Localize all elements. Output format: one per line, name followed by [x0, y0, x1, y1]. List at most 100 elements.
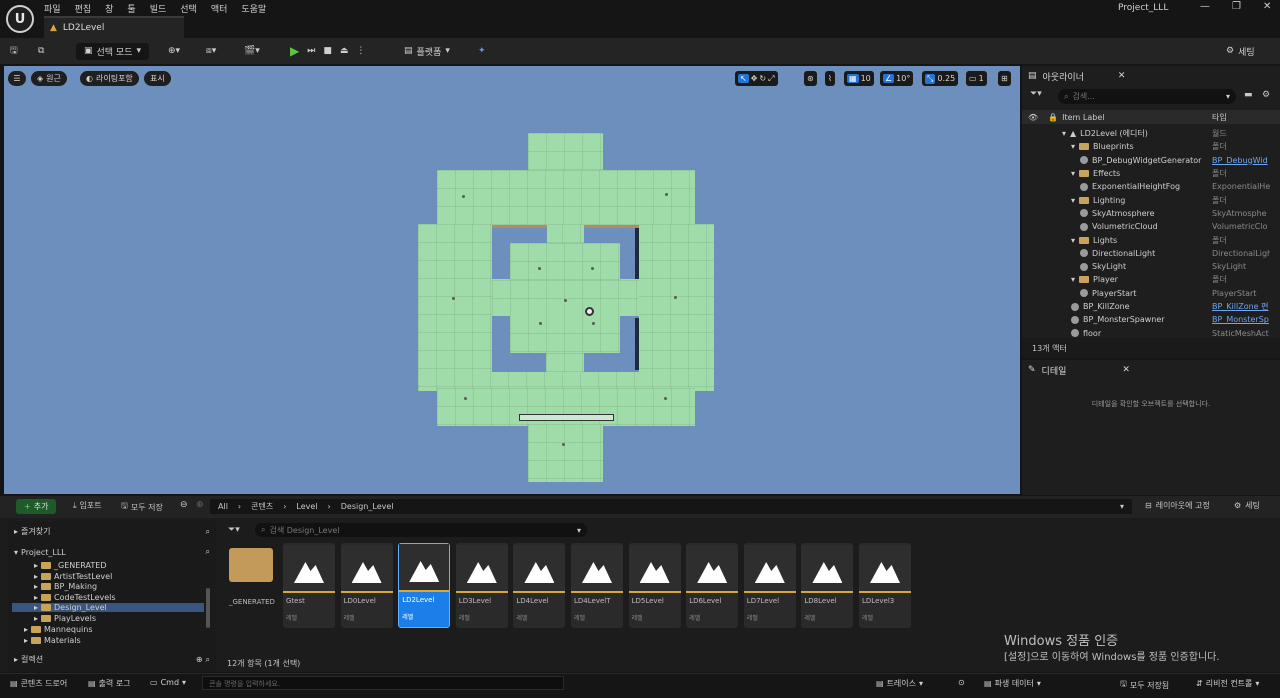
chevron-right-icon[interactable]: ▸ [34, 561, 38, 570]
folder-tree-item[interactable]: ▸ Materials [24, 636, 204, 645]
outliner-row[interactable]: DirectionalLight DirectionalLigh [1022, 247, 1280, 260]
save-icon[interactable]: 🖫 [10, 42, 18, 60]
menu-actor[interactable]: 액터 [211, 2, 228, 15]
blueprint-icon[interactable]: ⧈▾ [206, 42, 216, 60]
modeling-icon[interactable]: ✦ [478, 42, 486, 60]
all-saved-button[interactable]: 🖫 모두 저장됨 [1120, 678, 1169, 692]
outliner-row[interactable]: BP_MonsterSpawner BP_MonsterSp [1022, 313, 1280, 326]
asset-tile[interactable]: LD0Level 레벨 [340, 543, 393, 628]
unreal-logo-icon[interactable]: U [6, 5, 34, 33]
breadcrumb-all[interactable]: All [218, 502, 228, 511]
outliner-row[interactable]: SkyAtmosphere SkyAtmosphe [1022, 207, 1280, 220]
add-collection-icon[interactable]: ⊕ [196, 655, 203, 664]
chevron-down-icon[interactable]: ▾ [1071, 169, 1075, 178]
eject-icon[interactable]: ⏏ [340, 46, 349, 56]
chevron-right-icon[interactable]: ▸ [34, 614, 38, 623]
breadcrumb-content[interactable]: 콘텐츠 [251, 501, 273, 512]
level-viewport[interactable] [4, 66, 1020, 494]
folder-tree-item[interactable]: ▸ Mannequins [24, 625, 204, 634]
trace-options-icon[interactable]: ⊙ [958, 678, 965, 687]
menu-file[interactable]: 파일 [44, 2, 61, 15]
content-drawer-button[interactable]: ▤ 콘텐츠 드로어 [10, 678, 67, 689]
platforms-button[interactable]: ▤ 플랫폼 ▾ [404, 42, 450, 60]
asset-search-input[interactable]: ⌕ 검색 Design_Level ▾ [255, 523, 587, 537]
tree-scrollbar[interactable] [206, 588, 210, 628]
menu-select[interactable]: 선택 [180, 2, 197, 15]
folder-icon[interactable] [229, 548, 273, 582]
asset-tile[interactable]: LD4LevelT 레벨 [571, 543, 623, 628]
import-button[interactable]: ⤓ 임포트 [73, 500, 102, 511]
search-icon[interactable]: ⌕ [206, 547, 210, 557]
outliner-row[interactable]: ▾ Lighting 폴더 [1022, 194, 1280, 207]
minimize-icon[interactable]: — [1200, 1, 1210, 12]
chevron-right-icon[interactable]: ▸ [24, 636, 28, 645]
perspective-button[interactable]: ◈ 원근 [31, 71, 67, 86]
surface-snap-icon[interactable]: ⌇ [825, 71, 835, 86]
breadcrumb-design-level[interactable]: Design_Level [341, 502, 394, 511]
outliner-search-input[interactable]: ⌕ 검색... ▾ [1058, 89, 1236, 104]
menu-tools[interactable]: 툴 [127, 2, 135, 15]
chevron-right-icon[interactable]: ▸ [34, 572, 38, 581]
folder-tree-item[interactable]: ▸ CodeTestLevels [34, 593, 204, 602]
outliner-row[interactable]: ▾ Effects 폴더 [1022, 167, 1280, 180]
outliner-tab[interactable]: ▤ 아웃라이너 ✕ [1028, 67, 1125, 85]
rotate-icon[interactable]: ↻ [759, 74, 766, 83]
chevron-down-icon[interactable]: ▾ [1071, 196, 1075, 205]
asset-tile[interactable]: LD7Level 레벨 [743, 543, 796, 628]
folder-tree-item[interactable]: ▸ ArtistTestLevel [34, 572, 204, 581]
search-icon[interactable]: ⌕ [206, 527, 210, 537]
outliner-row[interactable]: SkyLight SkyLight [1022, 260, 1280, 273]
stop-icon[interactable]: ■ [323, 46, 332, 56]
show-button[interactable]: 표시 [144, 71, 171, 86]
back-icon[interactable]: ⊖ [180, 500, 188, 510]
cb-settings-button[interactable]: ⚙ 세팅 [1234, 500, 1260, 511]
derived-data-button[interactable]: ▤ 파생 데이터 ▾ [984, 678, 1041, 689]
outliner-item-type[interactable]: BP_DebugWid [1212, 156, 1270, 165]
outliner-row[interactable]: ▾ Lights 폴더 [1022, 233, 1280, 246]
col-label[interactable]: Item Label [1062, 113, 1104, 122]
lock-icon[interactable]: 🔒 [1048, 113, 1058, 122]
filter-icon[interactable]: ⏷▾ [1030, 89, 1042, 99]
add-actor-icon[interactable]: ⊕▾ [168, 42, 180, 60]
add-folder-icon[interactable]: ▬ [1244, 90, 1253, 100]
console-input[interactable]: 콘솔 명령을 입력하세요. [202, 676, 564, 690]
outliner-row[interactable]: BP_DebugWidgetGenerator BP_DebugWid [1022, 154, 1280, 167]
settings-button[interactable]: ⚙ 세팅 [1226, 42, 1255, 60]
project-root[interactable]: ▾ Project_LLL ⌕ [14, 547, 210, 557]
settings-icon[interactable]: ⚙ [1262, 90, 1270, 100]
visibility-icon[interactable]: 👁 [1028, 113, 1038, 122]
add-button[interactable]: + 추가 [16, 499, 57, 514]
select-icon[interactable]: ↖ [738, 74, 749, 83]
lighting-button[interactable]: ◐ 라이팅포함 [80, 71, 139, 86]
folder-tree-item[interactable]: ▸ PlayLevels [34, 614, 204, 623]
play-options-icon[interactable]: ⋮ [356, 46, 365, 56]
outliner-item-type[interactable]: BP_KillZone 편 [1212, 301, 1270, 312]
asset-tile[interactable]: LD6Level 레벨 [686, 543, 739, 628]
details-tab[interactable]: ✎ 디테일 ✕ [1028, 361, 1130, 379]
folder-tree-item[interactable]: ▸ _GENERATED [34, 561, 204, 570]
revision-control-button[interactable]: ⇵ 리비전 컨트롤 ▾ [1196, 678, 1259, 689]
outliner-row[interactable]: VolumetricCloud VolumetricClo [1022, 220, 1280, 233]
outliner-row[interactable]: BP_KillZone BP_KillZone 편 [1022, 300, 1280, 313]
folder-tree-item[interactable]: ▸ Design_Level [12, 603, 204, 613]
menu-window[interactable]: 창 [105, 2, 113, 15]
source-control-icon[interactable]: ⧉ [38, 42, 44, 60]
close-icon[interactable]: ✕ [1118, 71, 1126, 81]
outliner-row[interactable]: ▾ ▲ LD2Level (에디터) 월드 [1022, 127, 1280, 140]
scale-icon[interactable]: ⤢ [768, 74, 774, 84]
close-icon[interactable]: ✕ [1122, 365, 1130, 375]
camera-speed-button[interactable]: ▭ 1 [966, 71, 987, 86]
tab-level[interactable]: ▲ LD2Level [44, 16, 184, 38]
folder-tree-item[interactable]: ▸ BP_Making [34, 582, 204, 591]
coordinate-space-icon[interactable]: ⊛ [804, 71, 817, 86]
asset-tile[interactable]: LD2Level 레벨 [398, 543, 451, 628]
trace-button[interactable]: ▤ 트레이스 ▾ [876, 678, 923, 689]
rotation-snap-button[interactable]: ∠ 10° [880, 71, 914, 86]
menu-edit[interactable]: 편집 [75, 2, 92, 15]
asset-tile[interactable]: LD3Level 레벨 [455, 543, 508, 628]
grid-snap-button[interactable]: ▦ 10 [844, 71, 874, 86]
outliner-row[interactable]: PlayerStart PlayerStart [1022, 287, 1280, 300]
viewport-menu-icon[interactable]: ☰ [8, 71, 26, 86]
viewport-layout-icon[interactable]: ⊞ [998, 71, 1011, 86]
chevron-down-icon[interactable]: ▾ [1062, 129, 1066, 138]
